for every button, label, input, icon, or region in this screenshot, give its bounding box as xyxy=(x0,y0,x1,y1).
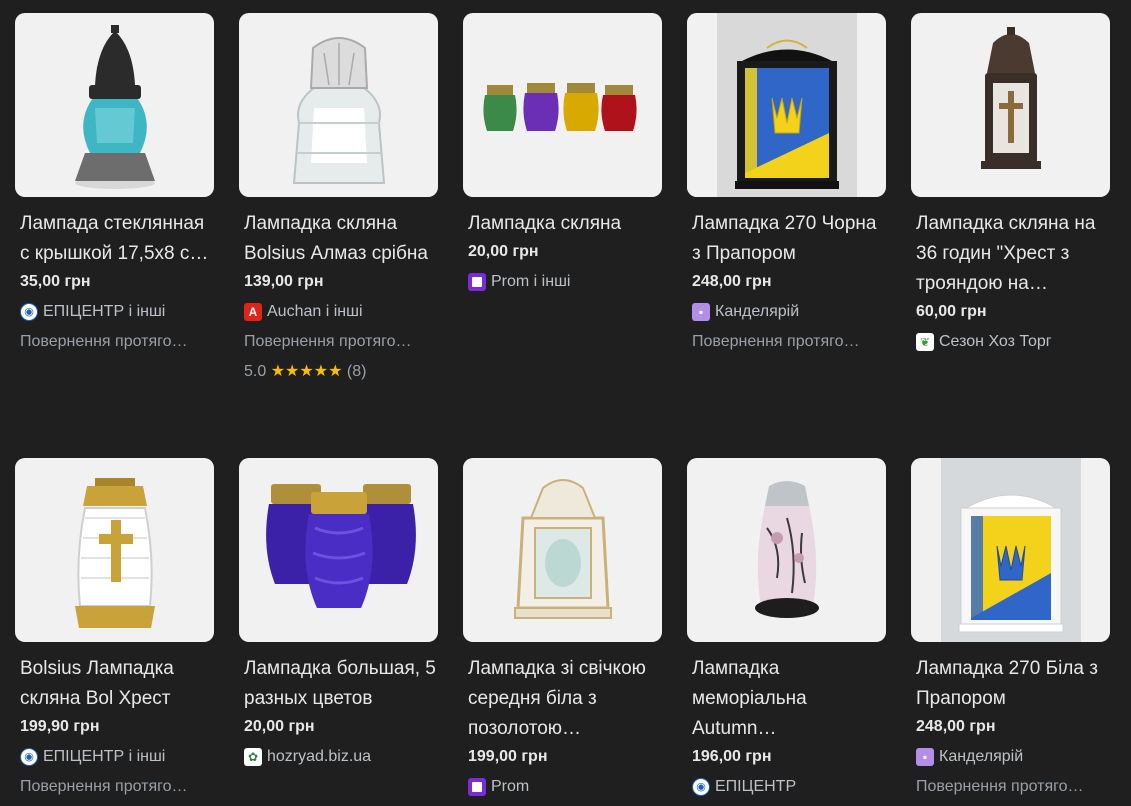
product-card[interactable]: Лампадка 270 Чорна з Прапором 248,00 грн… xyxy=(687,13,887,353)
gold-cross-lamp-image[interactable] xyxy=(15,458,214,642)
product-card[interactable]: Лампадка большая, 5 разных цветов 20,00 … xyxy=(239,458,439,768)
seller-row: Prom xyxy=(468,776,663,798)
product-card[interactable]: Bolsius Лампадка скляна Bol Хрест 199,90… xyxy=(15,458,215,798)
seller-row: ◉ ЕПІЦЕНТР і інші xyxy=(20,746,215,768)
star-icon: ★★★★★ xyxy=(270,363,343,380)
rating-value: 5.0 xyxy=(244,363,267,380)
four-colored-lamps-image[interactable] xyxy=(463,13,662,197)
seller-name: Prom xyxy=(491,778,530,795)
hozryad-icon: ✿ xyxy=(244,748,262,766)
epicentr-icon: ◉ xyxy=(20,748,38,766)
seller-row: ◉ ЕПІЦЕНТР і інші xyxy=(20,301,215,323)
seller-name: ЕПІЦЕНТР і інші xyxy=(43,748,166,765)
returns-info: Повернення протяго… xyxy=(20,778,188,795)
product-price: 248,00 грн xyxy=(692,273,772,290)
seller-name: hozryad.biz.ua xyxy=(267,748,372,765)
product-price: 60,00 грн xyxy=(916,303,987,320)
seller-row: ▪ Канделярій xyxy=(692,301,887,323)
seller-name: Канделярій xyxy=(715,303,800,320)
product-price: 20,00 грн xyxy=(244,718,315,735)
product-title[interactable]: Лампада стеклянная с крышкой 17,5x8 с… xyxy=(20,209,212,269)
product-price: 199,90 грн xyxy=(20,718,100,735)
product-title[interactable]: Лампадка большая, 5 разных цветов xyxy=(244,654,436,714)
epicentr-icon: ◉ xyxy=(20,303,38,321)
product-card[interactable]: Лампадка меморіальна Autumn… 196,00 грн … xyxy=(687,458,887,798)
product-card[interactable]: Лампадка зі свічкою середня біла з позол… xyxy=(463,458,663,798)
returns-info: Повернення протяго… xyxy=(916,778,1084,795)
clear-diamond-lamp-image[interactable] xyxy=(239,13,438,197)
seller-row: ❦ Сезон Хоз Торг xyxy=(916,331,1111,353)
prom-icon xyxy=(468,778,486,796)
product-card[interactable]: Лампадка скляна 20,00 грн Prom і інші xyxy=(463,13,663,293)
product-title[interactable]: Лампадка зі свічкою середня біла з позол… xyxy=(468,654,660,744)
sezon-icon: ❦ xyxy=(916,333,934,351)
product-card[interactable]: Лампадка 270 Біла з Прапором 248,00 грн … xyxy=(911,458,1111,798)
product-price: 35,00 грн xyxy=(20,273,91,290)
seller-row: A Auchan і інші xyxy=(244,301,439,323)
product-price: 248,00 грн xyxy=(916,718,996,735)
product-card[interactable]: Лампадка скляна Bolsius Алмаз срібна 139… xyxy=(239,13,439,383)
product-card[interactable]: Лампада стеклянная с крышкой 17,5x8 с… 3… xyxy=(15,13,215,353)
epicentr-icon: ◉ xyxy=(692,778,710,796)
returns-info: Повернення протяго… xyxy=(244,333,412,350)
white-gold-lantern-image[interactable] xyxy=(463,458,662,642)
rating-row: 5.0 ★★★★★ (8) xyxy=(244,361,439,383)
product-title[interactable]: Лампадка 270 Біла з Прапором xyxy=(916,654,1108,714)
seller-row: ▪ Канделярій xyxy=(916,746,1111,768)
review-count: (8) xyxy=(346,363,367,380)
returns-info: Повернення протяго… xyxy=(20,333,188,350)
returns-info: Повернення протяго… xyxy=(692,333,860,350)
prom-icon xyxy=(468,273,486,291)
bronze-cross-lamp-image[interactable] xyxy=(911,13,1110,197)
product-title[interactable]: Лампадка скляна на 36 годин "Хрест з тро… xyxy=(916,209,1108,299)
product-title[interactable]: Лампадка меморіальна Autumn… xyxy=(692,654,884,744)
seller-name: Сезон Хоз Торг xyxy=(939,333,1052,350)
seller-name: Auchan і інші xyxy=(267,303,363,320)
blue-lamps-image[interactable] xyxy=(239,458,438,642)
teal-grave-lamp-image[interactable] xyxy=(15,13,214,197)
product-title[interactable]: Лампадка скляна xyxy=(468,209,660,239)
autumn-memorial-lamp-image[interactable] xyxy=(687,458,886,642)
white-flag-lamp-image[interactable] xyxy=(911,458,1110,642)
product-price: 196,00 грн xyxy=(692,748,772,765)
product-title[interactable]: Лампадка скляна Bolsius Алмаз срібна xyxy=(244,209,436,269)
product-card[interactable]: Лампадка скляна на 36 годин "Хрест з тро… xyxy=(911,13,1111,353)
product-price: 199,00 грн xyxy=(468,748,548,765)
product-title[interactable]: Bolsius Лампадка скляна Bol Хрест xyxy=(20,654,212,714)
seller-name: Prom і інші xyxy=(491,273,571,290)
seller-row: ◉ ЕПІЦЕНТР xyxy=(692,776,887,798)
seller-name: Канделярій xyxy=(939,748,1024,765)
seller-row: ✿ hozryad.biz.ua xyxy=(244,746,439,768)
kandelyarii-icon: ▪ xyxy=(916,748,934,766)
seller-row: Prom і інші xyxy=(468,271,663,293)
black-flag-lamp-image[interactable] xyxy=(687,13,886,197)
auchan-icon: A xyxy=(244,303,262,321)
kandelyarii-icon: ▪ xyxy=(692,303,710,321)
product-price: 139,00 грн xyxy=(244,273,324,290)
product-price: 20,00 грн xyxy=(468,243,539,260)
product-title[interactable]: Лампадка 270 Чорна з Прапором xyxy=(692,209,884,269)
seller-name: ЕПІЦЕНТР xyxy=(715,778,797,795)
seller-name: ЕПІЦЕНТР і інші xyxy=(43,303,166,320)
product-grid: Лампада стеклянная с крышкой 17,5x8 с… 3… xyxy=(0,0,1131,806)
